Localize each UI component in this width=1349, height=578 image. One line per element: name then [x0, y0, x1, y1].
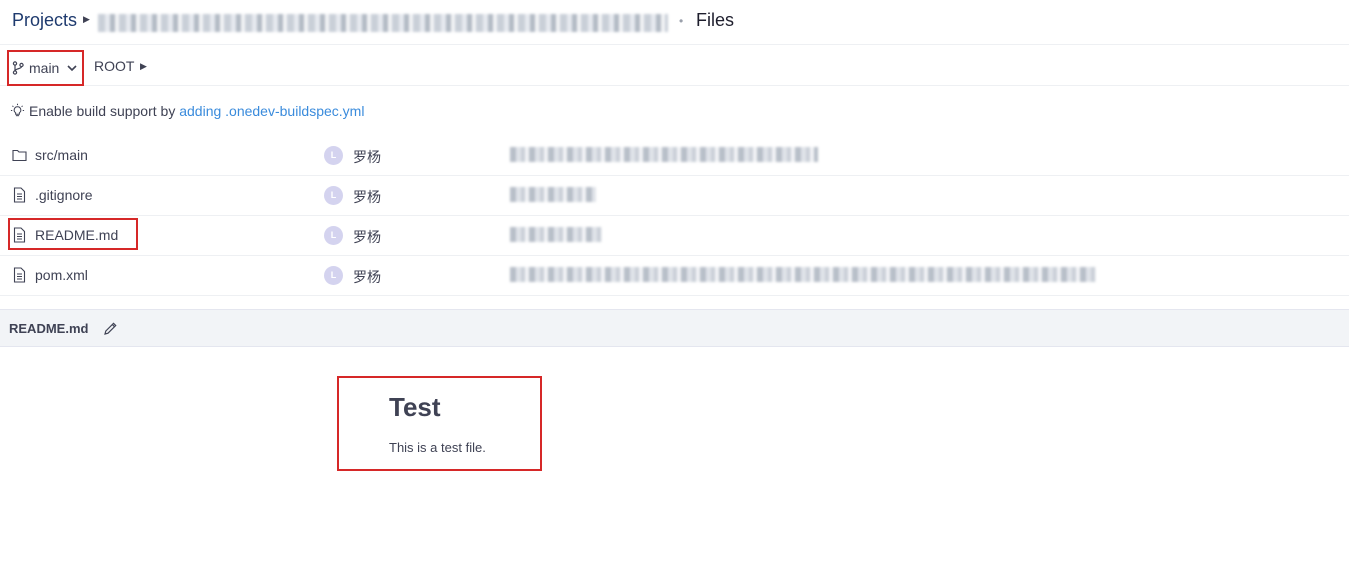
commit-author[interactable]: 罗杨: [353, 147, 381, 167]
readme-heading: Test: [389, 392, 441, 422]
folder-icon: [12, 149, 27, 162]
build-support-hint: Enable build support by adding .onedev-b…: [10, 103, 364, 119]
breadcrumb-separator-dot: •: [679, 14, 684, 28]
breadcrumb-project-name-redacted[interactable]: [98, 14, 668, 32]
file-icon: [13, 267, 26, 283]
commit-author[interactable]: 罗杨: [353, 267, 381, 287]
file-row-src-main[interactable]: src/main L 罗杨: [0, 135, 1349, 176]
file-icon: [13, 187, 26, 203]
breadcrumb-projects-link[interactable]: Projects: [12, 10, 77, 31]
file-name-link[interactable]: pom.xml: [35, 267, 88, 283]
file-row-gitignore[interactable]: .gitignore L 罗杨: [0, 175, 1349, 216]
readme-body-text: This is a test file.: [389, 440, 486, 455]
branch-icon: [12, 61, 24, 75]
commit-author[interactable]: 罗杨: [353, 187, 381, 207]
add-buildspec-link[interactable]: adding .onedev-buildspec.yml: [179, 103, 364, 119]
build-support-text: Enable build support by: [29, 103, 176, 119]
commit-message-redacted[interactable]: [510, 227, 602, 242]
readme-filename: README.md: [9, 321, 89, 336]
avatar: L: [324, 146, 343, 165]
avatar: L: [324, 226, 343, 245]
commit-message-redacted[interactable]: [510, 187, 596, 202]
avatar: L: [324, 266, 343, 285]
path-caret-icon[interactable]: ▶: [140, 61, 147, 72]
breadcrumb: Projects ▶ • Files: [0, 0, 1349, 45]
branch-bar: main ROOT ▶: [0, 45, 1349, 86]
page-title: Files: [696, 10, 735, 30]
file-row-pom[interactable]: pom.xml L 罗杨: [0, 255, 1349, 296]
breadcrumb-caret-icon: ▶: [83, 14, 90, 24]
avatar: L: [324, 186, 343, 205]
file-name-link[interactable]: .gitignore: [35, 187, 93, 203]
readme-header: README.md: [0, 309, 1349, 347]
commit-author[interactable]: 罗杨: [353, 227, 381, 247]
branch-label: main: [29, 60, 60, 76]
file-row-readme[interactable]: README.md L 罗杨: [0, 215, 1349, 256]
file-name-link[interactable]: src/main: [35, 147, 88, 163]
chevron-down-icon: [67, 65, 77, 72]
path-root-link[interactable]: ROOT: [94, 58, 134, 74]
branch-selector-button[interactable]: main: [7, 50, 84, 86]
commit-message-redacted[interactable]: [510, 267, 1096, 282]
lightbulb-icon: [10, 103, 25, 117]
readme-content-highlight-box: [337, 376, 542, 471]
readme-highlight-box: [8, 218, 138, 250]
pencil-icon[interactable]: [103, 321, 118, 336]
commit-message-redacted[interactable]: [510, 147, 818, 162]
